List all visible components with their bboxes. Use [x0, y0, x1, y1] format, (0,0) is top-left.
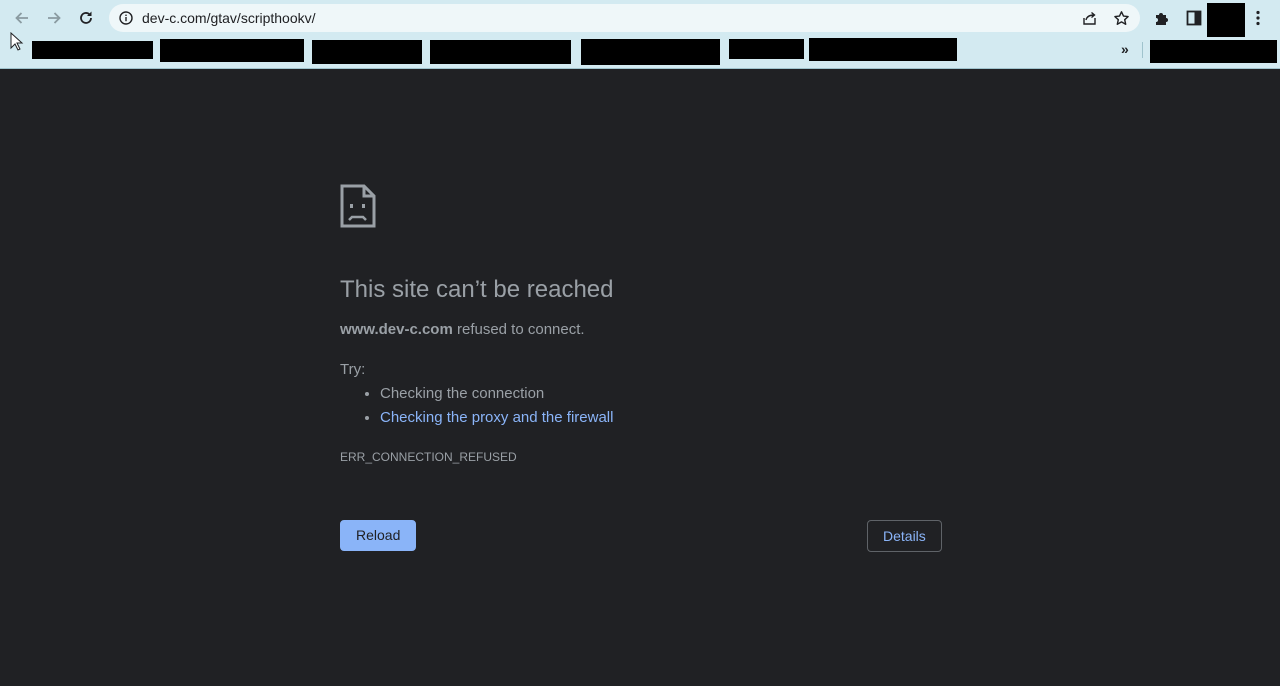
puzzle-icon[interactable]	[1153, 9, 1171, 27]
url-text[interactable]: dev-c.com/gtav/scripthookv/	[142, 4, 316, 32]
mouse-cursor-icon	[10, 32, 24, 51]
suggestions-list: Checking the connection Checking the pro…	[340, 382, 613, 430]
toolbar: dev-c.com/gtav/scripthookv/	[0, 0, 1280, 37]
details-button[interactable]: Details	[867, 520, 942, 552]
error-title: This site can’t be reached	[340, 276, 614, 303]
reload-icon	[80, 11, 92, 24]
side-panel-icon[interactable]	[1185, 9, 1203, 27]
reload-button[interactable]: Reload	[340, 520, 417, 551]
error-description: www.dev-c.com refused to connect.	[340, 321, 585, 338]
bookmark-item[interactable]	[430, 40, 571, 64]
suggestion-check-proxy-link[interactable]: Checking the proxy and the firewall	[380, 409, 613, 426]
error-message: refused to connect.	[452, 321, 585, 338]
star-icon[interactable]	[1113, 10, 1130, 27]
bookmark-item[interactable]	[809, 38, 957, 61]
bookmark-separator	[1142, 42, 1143, 58]
other-bookmarks[interactable]	[1150, 40, 1277, 63]
arrow-left-icon	[15, 12, 28, 24]
share-icon[interactable]	[1081, 10, 1098, 27]
bookmark-item[interactable]	[312, 40, 422, 64]
error-host: www.dev-c.com	[340, 321, 453, 338]
bookmark-item[interactable]	[729, 39, 804, 59]
arrow-right-icon	[48, 12, 61, 24]
back-button[interactable]	[9, 5, 35, 31]
suggestion-check-proxy-item: Checking the proxy and the firewall	[380, 406, 613, 430]
profile-avatar[interactable]	[1207, 3, 1245, 37]
bookmark-item[interactable]	[32, 41, 153, 59]
suggestion-check-connection: Checking the connection	[380, 382, 613, 406]
bookmarks-bar	[0, 36, 1280, 68]
browser-chrome: dev-c.com/gtav/scripthookv/ »	[0, 0, 1280, 69]
reload-page-button[interactable]	[73, 5, 99, 31]
bookmark-item[interactable]	[160, 39, 304, 62]
info-icon[interactable]	[119, 11, 133, 25]
error-code: ERR_CONNECTION_REFUSED	[340, 450, 517, 464]
more-bookmarks-chevron[interactable]: »	[1121, 40, 1129, 58]
forward-button[interactable]	[41, 5, 67, 31]
sad-page-icon	[340, 184, 376, 228]
bookmark-item[interactable]	[581, 39, 720, 65]
address-bar[interactable]: dev-c.com/gtav/scripthookv/	[109, 4, 1140, 32]
try-label: Try:	[340, 361, 366, 378]
kebab-menu-icon[interactable]	[1249, 9, 1267, 27]
